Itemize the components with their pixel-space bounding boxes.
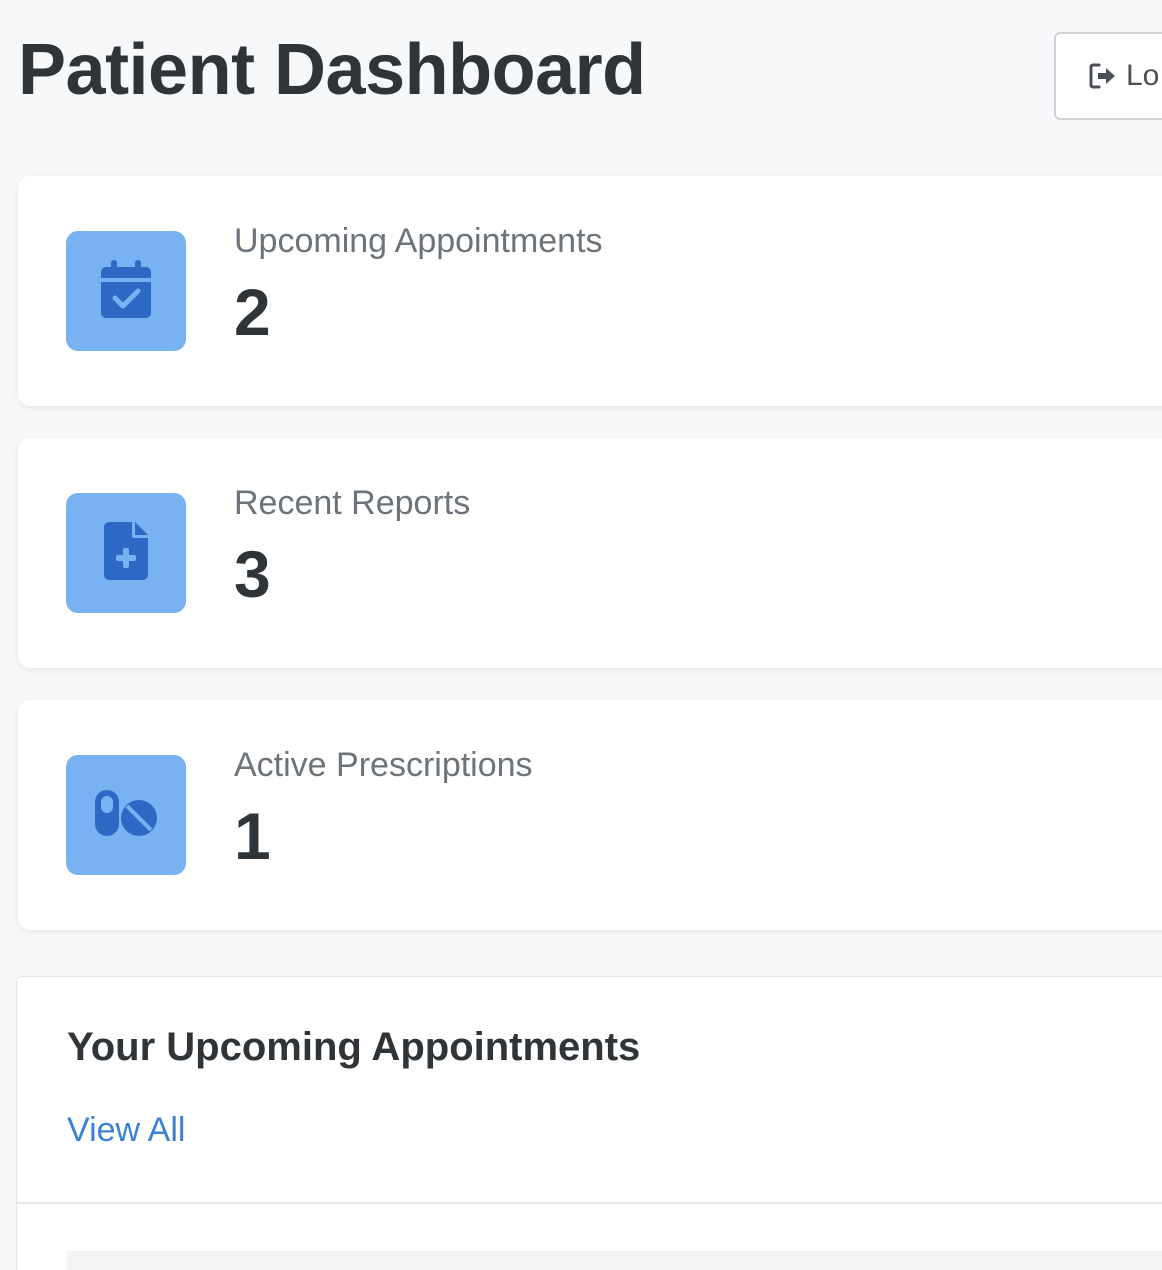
logout-label: Lo — [1126, 59, 1160, 92]
stat-card-upcoming-appointments: Upcoming Appointments 2 — [18, 176, 1162, 406]
stat-card-recent-reports: Recent Reports 3 — [18, 438, 1162, 668]
stat-label: Upcoming Appointments — [234, 222, 603, 260]
patient-dashboard-page: Patient Dashboard Lo Upcoming Appointmen… — [0, 0, 1162, 1270]
upcoming-appointments-panel: Your Upcoming Appointments View All — [16, 976, 1162, 1270]
stat-icon-tile — [66, 755, 186, 875]
stat-label: Active Prescriptions — [234, 746, 533, 784]
sign-out-icon — [1086, 59, 1120, 93]
panel-title: Your Upcoming Appointments — [67, 1025, 641, 1069]
stat-value: 1 — [234, 799, 271, 873]
stat-icon-tile — [66, 231, 186, 351]
stat-value: 2 — [234, 275, 271, 349]
stat-value: 3 — [234, 537, 271, 611]
calendar-check-icon — [101, 259, 151, 323]
stat-label: Recent Reports — [234, 484, 471, 522]
view-all-link[interactable]: View All — [67, 1111, 185, 1150]
appointments-table-header — [67, 1251, 1162, 1270]
stat-card-active-prescriptions: Active Prescriptions 1 — [18, 700, 1162, 930]
logout-button[interactable]: Lo — [1054, 32, 1162, 120]
divider — [17, 1202, 1162, 1204]
stat-icon-tile — [66, 493, 186, 613]
page-header: Patient Dashboard Lo — [18, 24, 1162, 124]
pills-icon — [93, 788, 159, 843]
page-title: Patient Dashboard — [18, 30, 646, 110]
file-medical-icon — [104, 521, 148, 585]
